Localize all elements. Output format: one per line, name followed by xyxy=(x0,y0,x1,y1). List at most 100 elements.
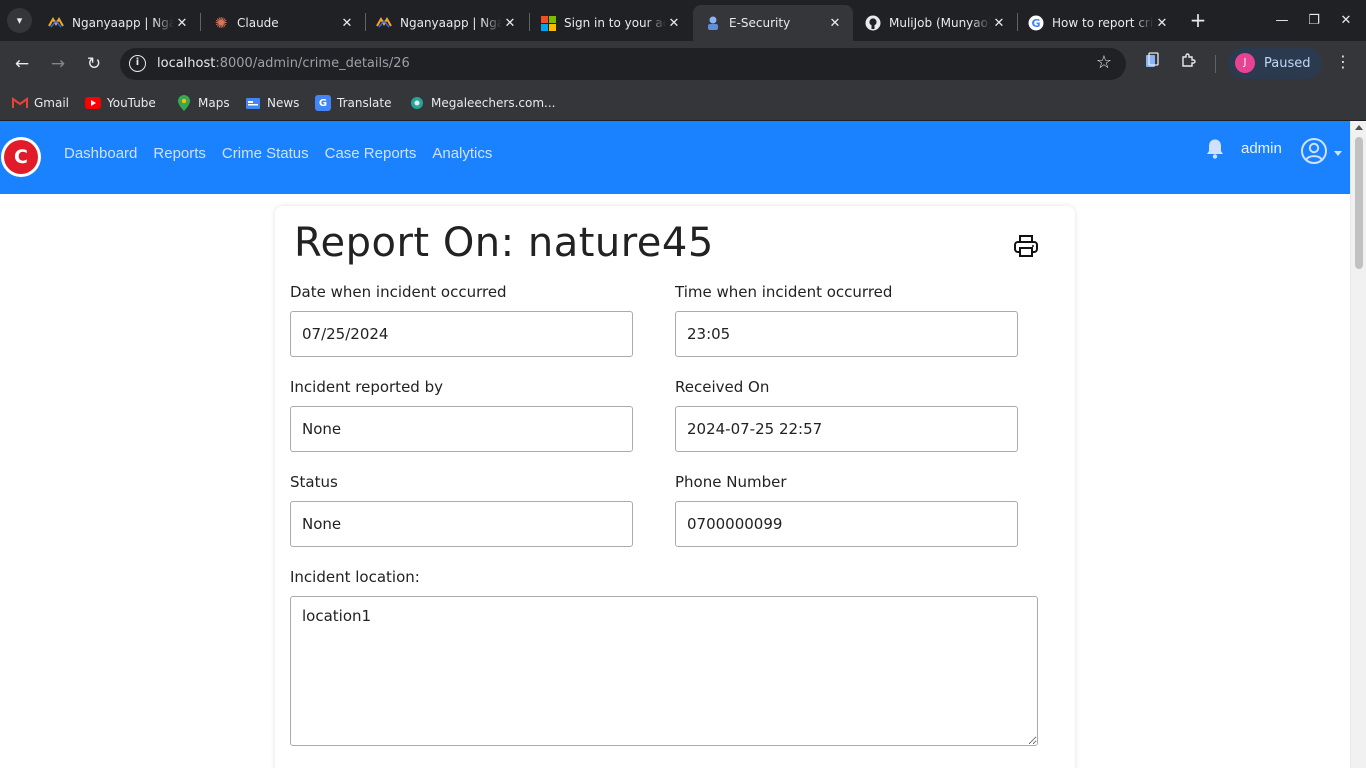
youtube-icon xyxy=(85,95,101,111)
bookmark-youtube[interactable]: YouTube xyxy=(85,92,156,114)
profile-status-label: Paused xyxy=(1264,55,1311,71)
forward-arrow-icon[interactable]: → xyxy=(45,51,71,77)
url-text[interactable]: localhost:8000/admin/crime_details/26 xyxy=(157,56,410,71)
toolbar-divider xyxy=(1215,55,1216,73)
page-viewport: C Dashboard Reports Crime Status Case Re… xyxy=(0,121,1350,768)
profile-button[interactable]: J Paused xyxy=(1228,47,1322,79)
tab-title: Claude xyxy=(237,16,279,30)
nav-reports[interactable]: Reports xyxy=(153,145,206,162)
bookmarks-bar: Gmail YouTube Maps News G Translate Mega… xyxy=(0,86,1366,121)
bookmark-news[interactable]: News xyxy=(245,92,299,114)
bookmark-star-icon[interactable]: ☆ xyxy=(1096,52,1112,73)
reload-icon[interactable]: ↻ xyxy=(81,51,107,77)
site-info-icon[interactable]: i xyxy=(129,55,146,72)
scroll-up-arrow-icon[interactable] xyxy=(1355,125,1363,130)
close-tab-icon[interactable]: ✕ xyxy=(1154,16,1170,31)
back-arrow-icon[interactable]: ← xyxy=(9,51,35,77)
date-label: Date when incident occurred xyxy=(290,283,507,301)
megaleechers-icon xyxy=(409,95,425,111)
time-label: Time when incident occurred xyxy=(675,283,893,301)
close-tab-icon[interactable]: ✕ xyxy=(827,16,843,31)
translate-icon: G xyxy=(315,95,331,111)
date-field[interactable] xyxy=(290,311,633,357)
browser-tab[interactable]: ✺ Claude ✕ xyxy=(201,5,365,41)
phone-field[interactable] xyxy=(675,501,1018,547)
scrollbar-thumb[interactable] xyxy=(1355,137,1363,269)
bookmark-label: Translate xyxy=(337,96,392,110)
page-scrollbar[interactable] xyxy=(1350,121,1366,768)
status-field[interactable] xyxy=(290,501,633,547)
close-tab-icon[interactable]: ✕ xyxy=(502,16,518,31)
report-card: Report On: nature45 Date when incident o… xyxy=(275,206,1075,768)
report-title: Report On: nature45 xyxy=(294,220,714,266)
time-field[interactable] xyxy=(675,311,1018,357)
app-logo[interactable]: C xyxy=(1,137,41,177)
close-tab-icon[interactable]: ✕ xyxy=(174,16,190,31)
bookmark-label: Megaleechers.com... xyxy=(431,96,556,110)
reading-list-icon[interactable] xyxy=(1141,52,1163,74)
esecurity-favicon-icon xyxy=(705,15,721,31)
location-label: Incident location: xyxy=(290,568,420,586)
tab-title: Nganyaapp | Nganyaapp xyxy=(72,16,174,30)
close-window-icon[interactable]: ✕ xyxy=(1331,8,1361,33)
close-tab-icon[interactable]: ✕ xyxy=(339,16,355,31)
close-tab-icon[interactable]: ✕ xyxy=(666,16,682,31)
tab-title: MuliJob (Munyao) xyxy=(889,16,991,30)
bookmark-label: Maps xyxy=(198,96,230,110)
bookmark-megaleechers[interactable]: Megaleechers.com... xyxy=(409,92,555,114)
google-favicon-icon: G xyxy=(1028,15,1044,31)
reported-by-field[interactable] xyxy=(290,406,633,452)
bookmark-label: Gmail xyxy=(34,96,70,110)
browser-tab-bar: ▾ Nganyaapp | Nganyaapp ✕ ✺ Claude ✕ Nga… xyxy=(0,0,1366,41)
nav-case-reports[interactable]: Case Reports xyxy=(325,145,417,162)
tab-title: E-Security xyxy=(729,16,791,30)
svg-text:G: G xyxy=(1031,17,1040,30)
extensions-puzzle-icon[interactable] xyxy=(1177,52,1199,74)
tab-title: Nganyaapp | Nganyaapp xyxy=(400,16,502,30)
reported-by-label: Incident reported by xyxy=(290,378,443,396)
profile-avatar: J xyxy=(1235,53,1255,73)
bookmark-maps[interactable]: Maps xyxy=(176,92,230,114)
url-host: localhost xyxy=(157,56,216,71)
browser-tab[interactable]: Nganyaapp | Nganyaapp ✕ xyxy=(36,5,200,41)
tab-title: How to report crime xyxy=(1052,16,1154,30)
browser-tab[interactable]: Nganyaapp | Nganyaapp ✕ xyxy=(364,5,528,41)
nav-crime-status[interactable]: Crime Status xyxy=(222,145,309,162)
bookmark-gmail[interactable]: Gmail xyxy=(12,92,69,114)
tab-title: Sign in to your account xyxy=(564,16,666,30)
minimize-icon[interactable]: — xyxy=(1267,8,1297,33)
browser-tab-active[interactable]: E-Security ✕ xyxy=(693,5,853,41)
main-nav: Dashboard Reports Crime Status Case Repo… xyxy=(64,145,508,162)
nav-dashboard[interactable]: Dashboard xyxy=(64,145,137,162)
browser-tab[interactable]: G How to report crime ✕ xyxy=(1016,5,1180,41)
nav-analytics[interactable]: Analytics xyxy=(432,145,492,162)
app-navbar: C Dashboard Reports Crime Status Case Re… xyxy=(0,121,1350,194)
location-textarea[interactable]: location1 xyxy=(290,596,1038,746)
restore-icon[interactable]: ❐ xyxy=(1299,8,1329,33)
url-path: :8000/admin/crime_details/26 xyxy=(215,56,410,71)
phone-label: Phone Number xyxy=(675,473,787,491)
user-avatar-icon[interactable] xyxy=(1300,137,1328,165)
github-favicon-icon xyxy=(865,15,881,31)
browser-toolbar: ← → ↻ i localhost:8000/admin/crime_detai… xyxy=(0,41,1366,86)
address-bar[interactable]: i localhost:8000/admin/crime_details/26 … xyxy=(120,48,1126,80)
browser-tab[interactable]: MuliJob (Munyao) ✕ xyxy=(853,5,1017,41)
user-name[interactable]: admin xyxy=(1241,140,1282,157)
bookmark-label: YouTube xyxy=(107,96,156,110)
new-tab-icon[interactable]: + xyxy=(1188,10,1208,30)
bookmark-translate[interactable]: G Translate xyxy=(315,92,392,114)
status-label: Status xyxy=(290,473,338,491)
browser-menu-icon[interactable]: ⋮ xyxy=(1334,52,1352,71)
browser-tab[interactable]: Sign in to your account ✕ xyxy=(528,5,692,41)
bookmark-label: News xyxy=(267,96,300,110)
nganya-favicon-icon xyxy=(376,15,392,31)
print-icon[interactable] xyxy=(1013,234,1039,258)
close-tab-icon[interactable]: ✕ xyxy=(991,16,1007,31)
user-menu-caret-icon[interactable] xyxy=(1334,151,1342,156)
notification-bell-icon[interactable] xyxy=(1206,138,1224,160)
microsoft-favicon-icon xyxy=(540,15,556,31)
claude-favicon-icon: ✺ xyxy=(214,14,228,32)
logo-letter: C xyxy=(14,146,28,168)
tab-search-button[interactable]: ▾ xyxy=(7,8,32,33)
received-on-field[interactable] xyxy=(675,406,1018,452)
